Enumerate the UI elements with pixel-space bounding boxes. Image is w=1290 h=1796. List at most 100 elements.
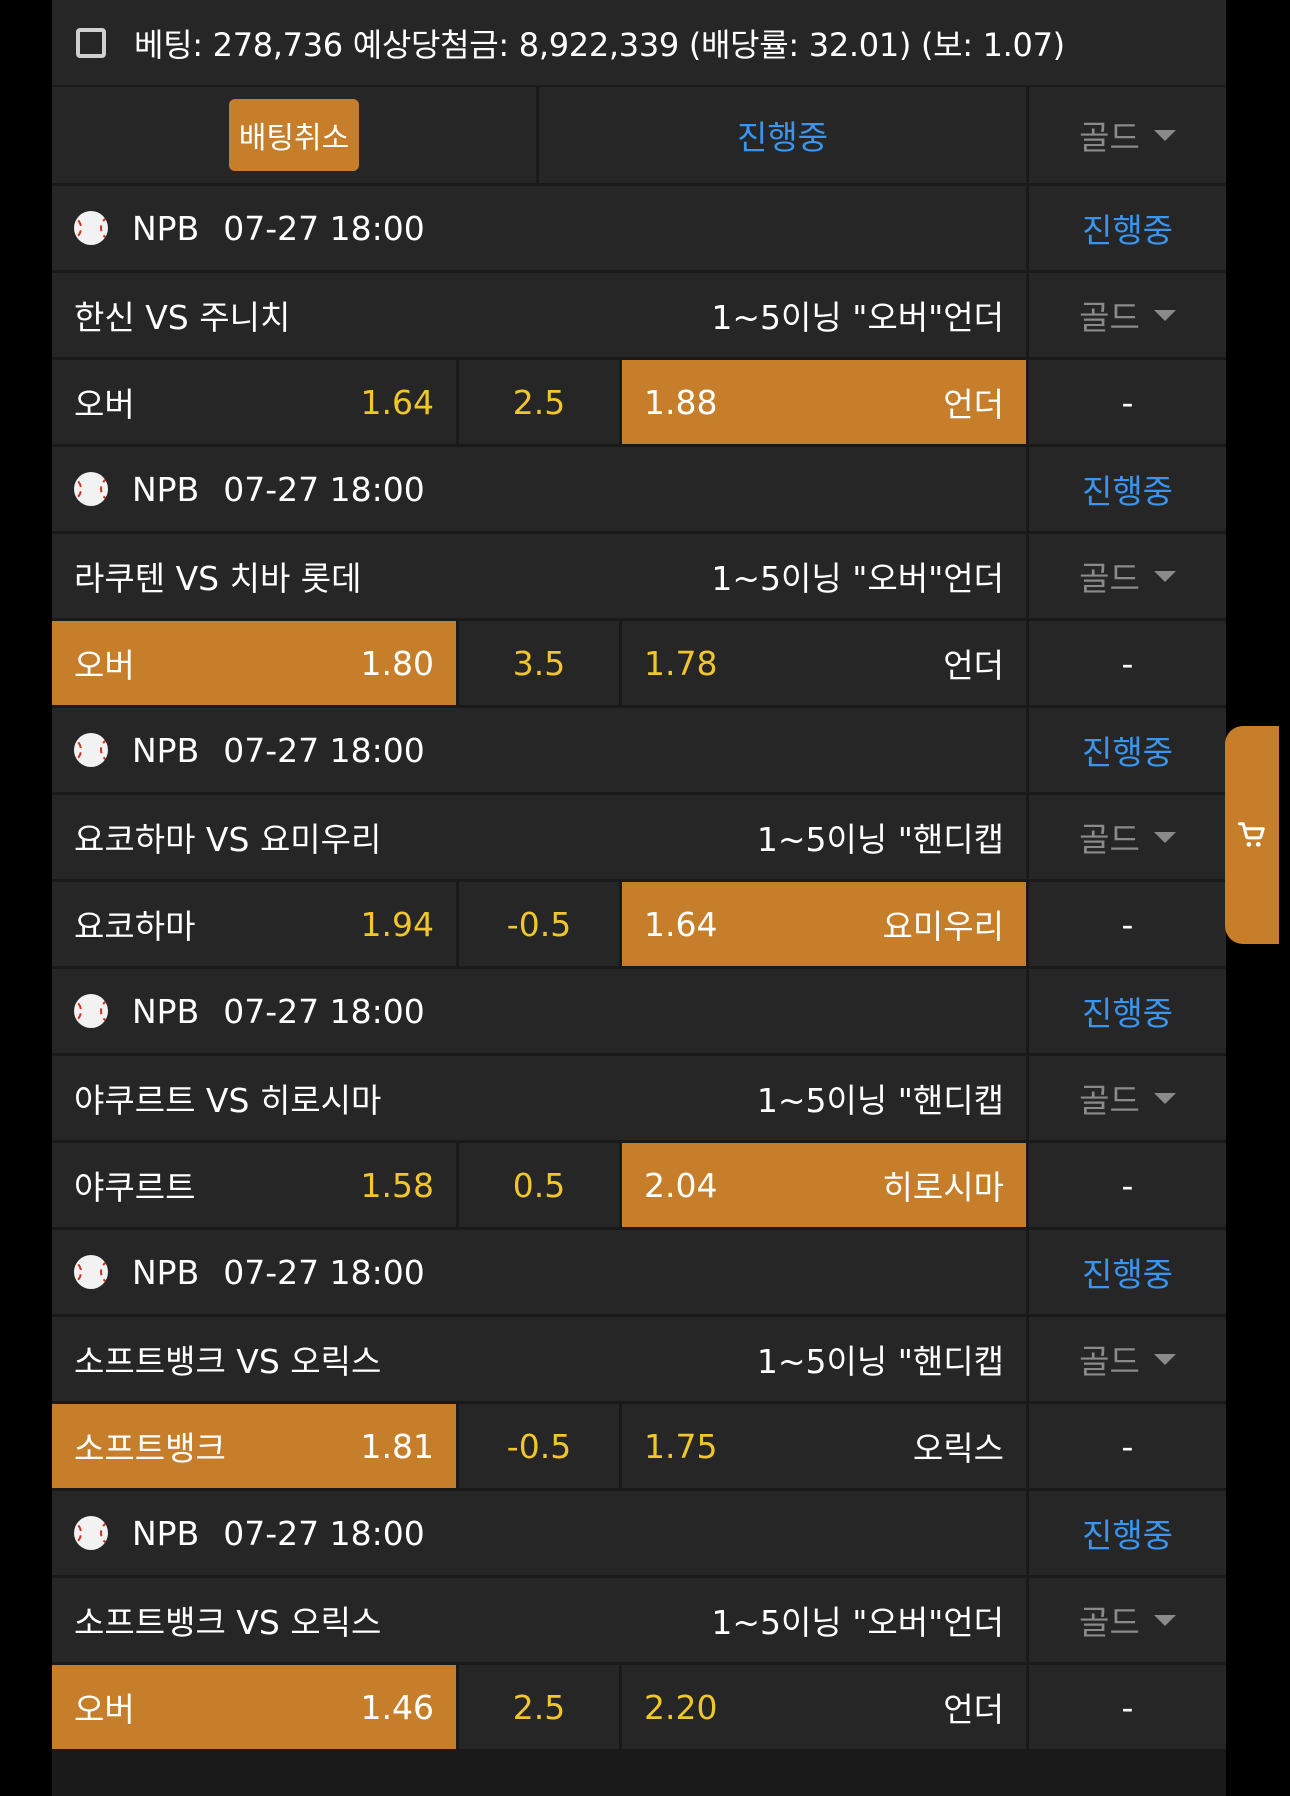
matchup-cell: 요코하마 VS 요미우리 1~5이닝 "핸디캡	[52, 795, 1026, 879]
grade-dropdown[interactable]: 골드	[1029, 87, 1226, 183]
game-status[interactable]: 진행중	[1029, 1491, 1226, 1575]
league-name: NPB	[132, 730, 200, 770]
grade-dropdown[interactable]: 골드	[1029, 1317, 1226, 1401]
caret-down-icon	[1153, 831, 1176, 843]
game-header-row: NPB 07-27 18:00 진행중	[52, 1491, 1226, 1575]
grade-dropdown[interactable]: 골드	[1029, 1578, 1226, 1662]
home-label: 오버	[74, 646, 135, 685]
cart-button[interactable]	[1225, 726, 1279, 944]
league-name: NPB	[132, 1513, 200, 1553]
market-type: 1~5이닝 "핸디캡	[756, 820, 1004, 859]
away-label: 언더	[943, 646, 1004, 685]
game-status[interactable]: 진행중	[1029, 1230, 1226, 1314]
home-odds-button[interactable]: 소프트뱅크 1.81	[52, 1404, 456, 1488]
baseball-icon	[74, 211, 108, 245]
away-label: 언더	[943, 385, 1004, 424]
grade-dropdown[interactable]: 골드	[1029, 795, 1226, 879]
away-odds-button[interactable]: 1.75 오릭스	[622, 1404, 1026, 1488]
game-odds-row: 야쿠르트 1.58 0.5 2.04 히로시마 -	[52, 1143, 1226, 1227]
game-header: NPB 07-27 18:00	[52, 447, 1026, 531]
grade-dropdown[interactable]: 골드	[1029, 273, 1226, 357]
game-datetime: 07-27 18:00	[223, 991, 425, 1031]
away-odds-button[interactable]: 1.78 언더	[622, 621, 1026, 705]
game-header: NPB 07-27 18:00	[52, 186, 1026, 270]
grade-label: 골드	[1079, 298, 1140, 337]
home-odds-button[interactable]: 오버 1.64	[52, 360, 456, 444]
game-status[interactable]: 진행중	[1029, 969, 1226, 1053]
matchup-cell: 한신 VS 주니치 1~5이닝 "오버"언더	[52, 273, 1026, 357]
line-value: 2.5	[459, 1665, 619, 1749]
away-odds-button[interactable]: 2.20 언더	[622, 1665, 1026, 1749]
grade-label: 골드	[1079, 820, 1140, 859]
checkbox-icon[interactable]	[76, 27, 106, 58]
game-matchup-row: 요코하마 VS 요미우리 1~5이닝 "핸디캡 골드	[52, 795, 1226, 879]
home-odds-button[interactable]: 야쿠르트 1.58	[52, 1143, 456, 1227]
matchup-cell: 야쿠르트 VS 히로시마 1~5이닝 "핸디캡	[52, 1056, 1026, 1140]
caret-down-icon	[1153, 1353, 1176, 1365]
away-odds: 1.78	[644, 643, 718, 683]
away-label: 히로시마	[882, 1168, 1004, 1207]
bet-summary: 베팅: 278,736 예상당첨금: 8,922,339 (배당률: 32.01…	[52, 0, 1226, 85]
game-odds-row: 오버 1.80 3.5 1.78 언더 -	[52, 621, 1226, 705]
game-datetime: 07-27 18:00	[223, 469, 425, 509]
away-odds-button[interactable]: 2.04 히로시마	[622, 1143, 1026, 1227]
betslip-panel: 베팅: 278,736 예상당첨금: 8,922,339 (배당률: 32.01…	[52, 0, 1279, 1796]
game-matchup-row: 소프트뱅크 VS 오릭스 1~5이닝 "오버"언더 골드	[52, 1578, 1226, 1662]
game-header-row: NPB 07-27 18:00 진행중	[52, 969, 1226, 1053]
league-name: NPB	[132, 208, 200, 248]
game-matchup-row: 소프트뱅크 VS 오릭스 1~5이닝 "핸디캡 골드	[52, 1317, 1226, 1401]
game-matchup-row: 야쿠르트 VS 히로시마 1~5이닝 "핸디캡 골드	[52, 1056, 1226, 1140]
market-type: 1~5이닝 "오버"언더	[711, 559, 1004, 598]
matchup-cell: 소프트뱅크 VS 오릭스 1~5이닝 "핸디캡	[52, 1317, 1026, 1401]
game-header: NPB 07-27 18:00	[52, 1230, 1026, 1314]
matchup-teams: 라쿠텐 VS 치바 롯데	[74, 559, 362, 598]
home-label: 야쿠르트	[74, 1168, 196, 1207]
grade-dropdown[interactable]: 골드	[1029, 1056, 1226, 1140]
matchup-teams: 소프트뱅크 VS 오릭스	[74, 1342, 382, 1381]
line-value: 0.5	[459, 1143, 619, 1227]
baseball-icon	[74, 1516, 108, 1550]
home-odds-button[interactable]: 오버 1.80	[52, 621, 456, 705]
home-odds-button[interactable]: 요코하마 1.94	[52, 882, 456, 966]
cancel-cell: 배팅취소	[52, 87, 536, 183]
home-label: 오버	[74, 1690, 135, 1729]
home-odds-button[interactable]: 오버 1.46	[52, 1665, 456, 1749]
caret-down-icon	[1153, 570, 1176, 582]
game-header: NPB 07-27 18:00	[52, 969, 1026, 1053]
game-status[interactable]: 진행중	[1029, 447, 1226, 531]
away-odds-button[interactable]: 1.88 언더	[622, 360, 1026, 444]
home-odds: 1.46	[360, 1687, 434, 1727]
game-header: NPB 07-27 18:00	[52, 708, 1026, 792]
away-odds: 1.64	[644, 904, 718, 944]
game-matchup-row: 한신 VS 주니치 1~5이닝 "오버"언더 골드	[52, 273, 1226, 357]
away-odds-button[interactable]: 1.64 요미우리	[622, 882, 1026, 966]
game-status[interactable]: 진행중	[1029, 708, 1226, 792]
grade-label: 골드	[1079, 1081, 1140, 1120]
away-odds: 2.04	[644, 1165, 718, 1205]
status-filter[interactable]: 진행중	[539, 87, 1026, 183]
caret-down-icon	[1153, 1092, 1176, 1104]
game-header-row: NPB 07-27 18:00 진행중	[52, 708, 1226, 792]
game-datetime: 07-27 18:00	[223, 1513, 425, 1553]
away-odds: 1.75	[644, 1426, 718, 1466]
game-datetime: 07-27 18:00	[223, 1252, 425, 1292]
home-odds: 1.81	[360, 1426, 434, 1466]
home-odds: 1.94	[360, 904, 434, 944]
line-value: -0.5	[459, 882, 619, 966]
result-value: -	[1029, 1143, 1226, 1227]
grade-label: 골드	[1079, 559, 1140, 598]
grade-dropdown[interactable]: 골드	[1029, 534, 1226, 618]
game-status[interactable]: 진행중	[1029, 186, 1226, 270]
result-value: -	[1029, 360, 1226, 444]
home-odds: 1.64	[360, 382, 434, 422]
home-label: 소프트뱅크	[74, 1429, 226, 1468]
matchup-teams: 야쿠르트 VS 히로시마	[74, 1081, 382, 1120]
baseball-icon	[74, 733, 108, 767]
away-label: 요미우리	[882, 907, 1004, 946]
league-name: NPB	[132, 1252, 200, 1292]
bet-summary-row: 베팅: 278,736 예상당첨금: 8,922,339 (배당률: 32.01…	[52, 0, 1226, 85]
away-label: 언더	[943, 1690, 1004, 1729]
home-odds: 1.80	[360, 643, 434, 683]
cancel-bet-button[interactable]: 배팅취소	[228, 99, 360, 171]
baseball-icon	[74, 1255, 108, 1289]
